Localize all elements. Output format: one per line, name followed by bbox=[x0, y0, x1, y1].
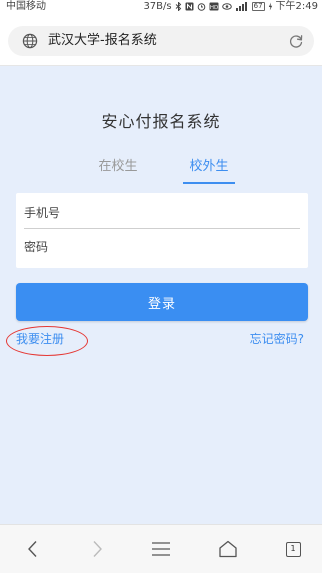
tab-external-students[interactable]: 校外生 bbox=[183, 158, 235, 176]
login-form bbox=[16, 193, 308, 268]
network-speed: 37B/s bbox=[143, 1, 172, 12]
signal-icon bbox=[235, 2, 247, 11]
url-field[interactable]: 武汉大学-报名系统 bbox=[8, 26, 314, 56]
status-bar: 中国移动 37B/s HD 67 下午2:49 bbox=[0, 0, 322, 13]
home-button[interactable] bbox=[216, 537, 240, 561]
battery-icon: 67 bbox=[251, 2, 265, 11]
password-input[interactable] bbox=[24, 237, 300, 257]
eye-icon bbox=[221, 3, 232, 10]
login-page: 安心付报名系统 在校生 校外生 登录 我要注册 忘记密码? bbox=[0, 66, 322, 524]
page-title-in-url: 武汉大学-报名系统 bbox=[48, 33, 157, 48]
tabs-button[interactable]: 1 bbox=[281, 537, 305, 561]
charging-icon bbox=[268, 2, 272, 11]
login-button[interactable]: 登录 bbox=[16, 283, 308, 321]
home-icon bbox=[219, 540, 237, 558]
carrier-label: 中国移动 bbox=[6, 1, 46, 12]
nfc-icon bbox=[185, 2, 194, 11]
status-indicators: 37B/s HD 67 下午2:49 bbox=[143, 0, 318, 13]
active-tab-indicator bbox=[183, 182, 235, 184]
forgot-password-link[interactable]: 忘记密码? bbox=[250, 331, 304, 347]
register-link[interactable]: 我要注册 bbox=[16, 331, 64, 347]
tab-current-students[interactable]: 在校生 bbox=[97, 158, 139, 176]
address-bar: 武汉大学-报名系统 bbox=[0, 13, 322, 66]
hd-icon: HD bbox=[209, 2, 219, 11]
menu-icon bbox=[152, 542, 170, 556]
refresh-icon[interactable] bbox=[288, 33, 304, 49]
globe-icon bbox=[22, 33, 38, 49]
svg-text:HD: HD bbox=[209, 5, 217, 11]
back-button[interactable] bbox=[21, 537, 45, 561]
clock-label: 下午2:49 bbox=[275, 1, 318, 12]
menu-button[interactable] bbox=[149, 537, 173, 561]
bluetooth-icon bbox=[175, 2, 181, 11]
field-divider bbox=[24, 228, 300, 229]
phone-input[interactable] bbox=[24, 203, 300, 223]
tabs-icon: 1 bbox=[285, 541, 301, 557]
browser-bottom-nav: 1 bbox=[0, 524, 322, 573]
forward-button[interactable] bbox=[85, 537, 109, 561]
back-icon bbox=[28, 541, 37, 557]
forward-icon bbox=[93, 541, 102, 557]
alarm-icon bbox=[197, 3, 205, 11]
page-title: 安心付报名系统 bbox=[101, 112, 221, 131]
